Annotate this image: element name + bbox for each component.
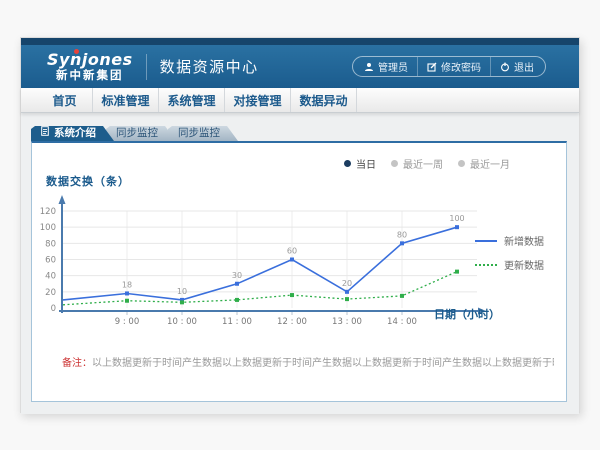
change-password-button[interactable]: 修改密码 <box>417 57 490 76</box>
data-point[interactable] <box>290 293 294 297</box>
logout-label: 退出 <box>514 59 534 74</box>
page: Synjones 新中新集团 数据资源中心 管理员 修改密码 <box>0 0 600 450</box>
radio-dot-icon <box>344 160 351 167</box>
content-area: 系统介绍 同步监控 同步监控 当日 最近一周 <box>21 113 579 414</box>
nav-item-standard-mgmt[interactable]: 标准管理 <box>93 88 159 112</box>
data-point[interactable] <box>235 282 239 286</box>
data-point-label: 60 <box>287 247 297 256</box>
period-selector: 当日 最近一周 最近一月 <box>344 156 510 171</box>
user-menu-admin-label: 管理员 <box>378 59 408 74</box>
data-point[interactable] <box>125 291 129 295</box>
footnote-body: 以上数据更新于时间产生数据以上数据更新于时间产生数据以上数据更新于时间产生数据以… <box>92 358 554 369</box>
y-tick-label: 100 <box>40 223 56 233</box>
data-point-label: 100 <box>449 214 464 223</box>
period-option-last-week-label: 最近一周 <box>403 156 443 171</box>
y-tick-label: 120 <box>40 207 56 217</box>
legend-item-new-data[interactable]: 新增数据 <box>475 233 544 248</box>
legend-item-updated-data-label: 更新数据 <box>504 257 544 272</box>
legend-item-updated-data[interactable]: 更新数据 <box>475 257 544 272</box>
y-axis-arrow-icon <box>59 195 66 204</box>
company-logo: Synjones 新中新集团 <box>47 51 133 81</box>
logo-subtitle: 新中新集团 <box>47 69 133 82</box>
period-option-last-week[interactable]: 最近一周 <box>391 156 443 171</box>
nav-item-interface-mgmt[interactable]: 对接管理 <box>225 88 291 112</box>
period-option-today-label: 当日 <box>356 156 376 171</box>
app-header: Synjones 新中新集团 数据资源中心 管理员 修改密码 <box>21 45 579 88</box>
header-divider <box>146 54 147 80</box>
data-point-label: 10 <box>177 287 187 296</box>
header-top-strip <box>21 38 579 45</box>
main-nav: 首页 标准管理 系统管理 对接管理 数据异动 <box>21 88 579 113</box>
data-point[interactable] <box>345 297 349 301</box>
x-tick-label: 13 : 00 <box>332 317 362 327</box>
x-tick-label: 9 : 00 <box>115 317 140 327</box>
data-point[interactable] <box>400 241 404 245</box>
period-option-last-month[interactable]: 最近一月 <box>458 156 510 171</box>
data-point[interactable] <box>400 294 404 298</box>
x-tick-label: 10 : 00 <box>167 317 197 327</box>
tab-sync-monitor-1-label: 同步监控 <box>116 126 158 141</box>
radio-dot-icon <box>391 160 398 167</box>
app-window: Synjones 新中新集团 数据资源中心 管理员 修改密码 <box>20 37 580 413</box>
power-icon <box>500 62 510 72</box>
period-option-last-month-label: 最近一月 <box>470 156 510 171</box>
footnote-prefix: 备注： <box>62 358 92 369</box>
logo-name: Synjones <box>47 51 133 69</box>
radio-dot-icon <box>458 160 465 167</box>
x-axis-label: 日期（小时） <box>434 306 500 322</box>
data-point[interactable] <box>235 298 239 302</box>
y-tick-label: 60 <box>45 256 56 266</box>
data-point[interactable] <box>125 299 129 303</box>
tab-sync-monitor-1[interactable]: 同步监控 <box>106 126 176 141</box>
x-tick-label: 11 : 00 <box>222 317 252 327</box>
period-option-today[interactable]: 当日 <box>344 156 376 171</box>
data-point[interactable] <box>455 270 459 274</box>
data-point[interactable] <box>345 290 349 294</box>
data-point-label: 20 <box>342 279 352 288</box>
tab-system-intro-label: 系统介绍 <box>54 126 96 141</box>
data-point[interactable] <box>180 300 184 304</box>
nav-item-home[interactable]: 首页 <box>37 88 93 112</box>
tab-sync-monitor-2-label: 同步监控 <box>178 126 220 141</box>
user-menu-admin[interactable]: 管理员 <box>355 57 417 76</box>
tab-system-intro[interactable]: 系统介绍 <box>31 126 114 141</box>
user-menu: 管理员 修改密码 退出 <box>352 56 546 77</box>
data-point[interactable] <box>455 225 459 229</box>
x-tick-label: 14 : 00 <box>387 317 417 327</box>
data-point-label: 80 <box>397 230 407 239</box>
x-tick-label: 12 : 00 <box>277 317 307 327</box>
app-title: 数据资源中心 <box>160 56 259 77</box>
y-tick-label: 40 <box>45 272 56 282</box>
dotted-line-icon <box>475 264 497 266</box>
y-tick-label: 0 <box>51 304 56 314</box>
change-password-label: 修改密码 <box>441 59 481 74</box>
footnote: 备注：以上数据更新于时间产生数据以上数据更新于时间产生数据以上数据更新于时间产生… <box>62 354 554 369</box>
logout-button[interactable]: 退出 <box>490 57 543 76</box>
data-point[interactable] <box>290 258 294 262</box>
tab-bar: 系统介绍 同步监控 同步监控 <box>31 126 230 141</box>
legend-item-new-data-label: 新增数据 <box>504 233 544 248</box>
chart-panel: 当日 最近一周 最近一月 数据交换（条） 0 20 40 60 80 100 120 9 : … <box>31 141 567 402</box>
edit-icon <box>427 62 437 72</box>
y-axis-label: 数据交换（条） <box>46 173 130 189</box>
document-icon <box>41 126 49 141</box>
y-tick-label: 20 <box>45 288 56 298</box>
user-icon <box>364 62 374 72</box>
nav-item-data-change[interactable]: 数据异动 <box>291 88 357 112</box>
solid-line-icon <box>475 240 497 242</box>
nav-item-system-mgmt[interactable]: 系统管理 <box>159 88 225 112</box>
data-point-label: 18 <box>122 280 132 289</box>
tab-sync-monitor-2[interactable]: 同步监控 <box>168 126 238 141</box>
data-point-label: 30 <box>232 271 242 280</box>
y-tick-label: 80 <box>45 239 56 249</box>
series-legend: 新增数据 更新数据 <box>475 233 544 281</box>
